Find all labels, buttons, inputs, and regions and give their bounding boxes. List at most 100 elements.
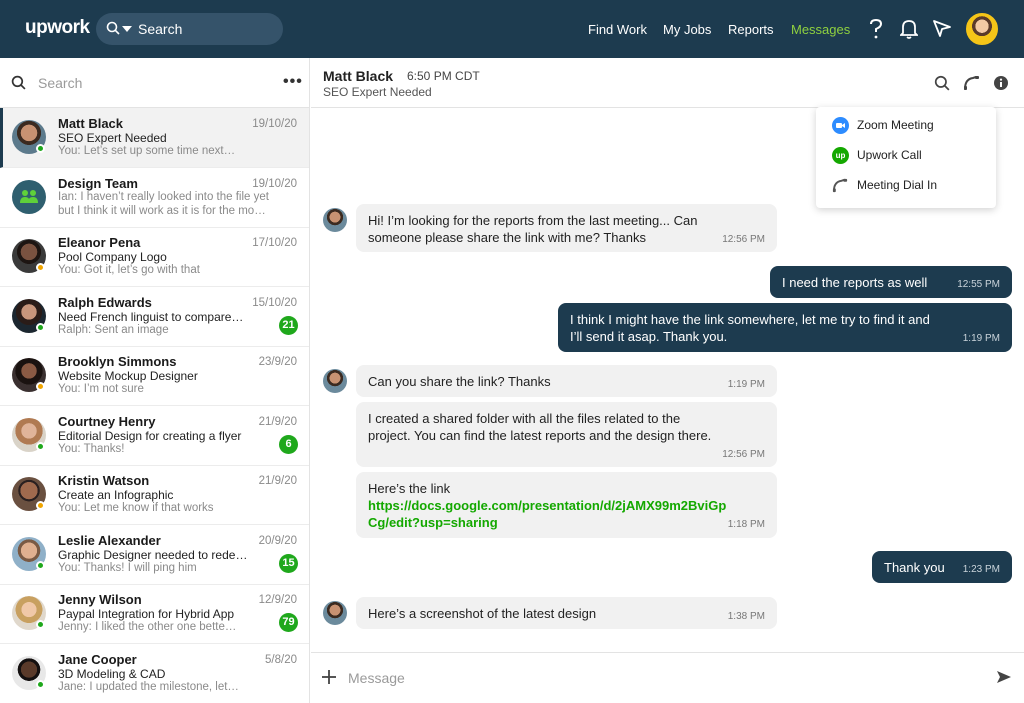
user-avatar[interactable] [966, 13, 998, 45]
unread-count-badge: 6 [279, 435, 298, 454]
conversation-preview: but I think it will work as it is for th… [58, 205, 266, 217]
call-options-dropdown: Zoom Meeting up Upwork Call Meeting Dial… [816, 107, 996, 208]
avatar [323, 369, 347, 393]
conversation-item[interactable]: Ralph Edwards 15/10/20 Need French lingu… [0, 287, 309, 347]
upwork-call-option[interactable]: up Upwork Call [832, 146, 992, 166]
message-time: 1:18 PM [727, 519, 765, 530]
conversation-date: 21/9/20 [258, 416, 297, 428]
message-text: I created a shared folder with all the f… [368, 411, 712, 443]
status-indicator [36, 144, 45, 153]
help-icon[interactable] [868, 18, 884, 45]
nav-find-work[interactable]: Find Work [588, 22, 647, 37]
unread-count-badge: 79 [279, 613, 298, 632]
conversation-item[interactable]: Kristin Watson 21/9/20 Create an Infogra… [0, 465, 309, 525]
zoom-meeting-label: Zoom Meeting [857, 118, 934, 132]
conversation-subject: 3D Modeling & CAD [58, 667, 166, 681]
conversation-item[interactable]: Matt Black 19/10/20 SEO Expert Needed Yo… [0, 108, 309, 168]
conversation-name: Courtney Henry [58, 414, 156, 429]
message-text: I need the reports as well [782, 275, 928, 290]
conversation-name: Matt Black [58, 116, 124, 131]
conversation-item[interactable]: Jane Cooper 5/8/20 3D Modeling & CAD Jan… [0, 644, 309, 703]
add-attachment-icon[interactable] [321, 665, 337, 691]
message-time: 1:23 PM [962, 564, 1000, 575]
shared-link[interactable]: https://docs.google.com/presentation/d/2… [368, 497, 726, 531]
conversation-item[interactable]: Courtney Henry 21/9/20 Editorial Design … [0, 406, 309, 466]
conversation-date: 19/10/20 [252, 118, 297, 130]
search-icon[interactable] [934, 75, 950, 96]
status-indicator [36, 263, 45, 272]
message-text: Here’s the link https://docs.google.com/… [368, 481, 727, 531]
conversation-item[interactable]: Design Team 19/10/20 Ian: I haven’t real… [0, 168, 309, 228]
more-options-icon[interactable]: ••• [283, 73, 303, 91]
message-text: I think I might have the link somewhere,… [570, 312, 930, 344]
conversation-subject: Create an Infographic [58, 488, 174, 502]
unread-count-badge: 15 [279, 554, 298, 573]
conversation-date: 5/8/20 [265, 654, 297, 666]
search-icon [106, 21, 120, 40]
conversation-item[interactable]: Jenny Wilson 12/9/20 Paypal Integration … [0, 584, 309, 644]
conversation-sidebar: Search ••• Matt Black 19/10/20 SEO Exper… [0, 58, 310, 703]
avatar [323, 208, 347, 232]
conversation-subject: Paypal Integration for Hybrid App [58, 607, 235, 621]
conversation-item[interactable]: Eleanor Pena 17/10/20 Pool Company Logo … [0, 227, 309, 287]
conversation-item[interactable]: Leslie Alexander 20/9/20 Graphic Designe… [0, 525, 309, 585]
zoom-icon [832, 117, 849, 134]
message-time: 1:38 PM [727, 611, 765, 622]
upwork-logo[interactable]: upwork [25, 17, 90, 39]
conversation-subject: Editorial Design for creating a flyer [58, 429, 242, 443]
message-bubble-incoming: Hi! I’m looking for the reports from the… [356, 204, 777, 252]
status-indicator [36, 680, 45, 689]
chevron-down-icon[interactable] [122, 26, 132, 32]
team-icon [20, 190, 38, 203]
conversation-preview: You: Thanks! I will ping him [58, 562, 197, 574]
meeting-dial-in-option[interactable]: Meeting Dial In [832, 176, 992, 196]
conversation-name: Brooklyn Simmons [58, 354, 177, 369]
conversation-date: 19/10/20 [252, 178, 297, 190]
contact-name[interactable]: Matt Black [323, 68, 393, 84]
message-text: Thank you [884, 560, 945, 575]
send-message-icon[interactable] [996, 670, 1012, 689]
conversation-date: 12/9/20 [258, 594, 297, 606]
chat-header: Matt Black 6:50 PM CDT SEO Expert Needed [311, 58, 1024, 108]
conversation-name: Jenny Wilson [58, 592, 142, 607]
conversation-subject: Ian: I haven’t really looked into the fi… [58, 191, 269, 203]
message-bubble-incoming: I created a shared folder with all the f… [356, 402, 777, 467]
conversation-preview: You: Let me know if that works [58, 502, 214, 514]
conversation-name: Leslie Alexander [58, 533, 161, 548]
conversation-date: 23/9/20 [258, 356, 297, 368]
status-indicator [36, 501, 45, 510]
conversation-date: 15/10/20 [252, 297, 297, 309]
bell-icon[interactable] [898, 18, 920, 45]
conversation-name: Design Team [58, 176, 138, 191]
message-time: 12:56 PM [722, 234, 765, 245]
upwork-icon: up [832, 147, 849, 164]
status-indicator [36, 620, 45, 629]
status-indicator [36, 561, 45, 570]
conversation-date: 21/9/20 [258, 475, 297, 487]
message-bubble-outgoing: Thank you 1:23 PM [872, 551, 1012, 583]
message-input[interactable]: Message [348, 670, 405, 686]
conversation-preview: Jenny: I liked the other one bette… [58, 621, 237, 633]
message-text: Hi! I’m looking for the reports from the… [368, 213, 698, 245]
status-indicator [36, 442, 45, 451]
info-icon[interactable] [993, 75, 1009, 96]
conversation-item[interactable]: Brooklyn Simmons 23/9/20 Website Mockup … [0, 346, 309, 406]
message-time: 1:19 PM [962, 333, 1000, 344]
conversation-search[interactable]: Search ••• [0, 58, 309, 108]
nav-messages[interactable]: Messages [791, 22, 850, 37]
contact-local-time: 6:50 PM CDT [407, 69, 480, 83]
conversation-name: Eleanor Pena [58, 235, 141, 250]
upwork-call-label: Upwork Call [857, 148, 922, 162]
conversation-date: 17/10/20 [252, 237, 297, 249]
message-bubble-incoming: Here’s the link https://docs.google.com/… [356, 472, 777, 538]
send-icon[interactable] [932, 18, 952, 43]
global-search[interactable]: Search [96, 13, 283, 45]
phone-icon [832, 177, 849, 194]
nav-reports[interactable]: Reports [728, 22, 774, 37]
nav-my-jobs[interactable]: My Jobs [663, 22, 711, 37]
zoom-meeting-option[interactable]: Zoom Meeting [832, 116, 992, 136]
global-search-label: Search [138, 21, 183, 37]
conversation-subject: Website Mockup Designer [58, 369, 198, 383]
phone-icon[interactable] [963, 75, 981, 96]
conversation-search-placeholder: Search [38, 75, 83, 91]
